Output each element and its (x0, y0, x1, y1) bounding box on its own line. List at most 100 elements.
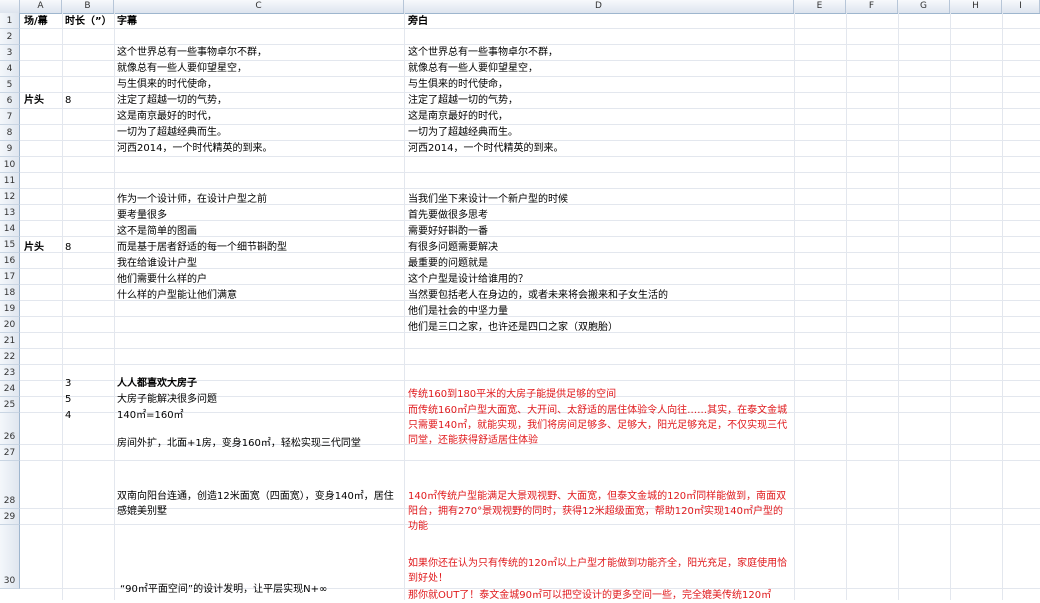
grid-line (898, 13, 899, 600)
block5-red-text-1[interactable]: 如果你还在认为只有传统的120㎡以上户型才能做到功能齐全，阳光充足，家庭使用恰到… (408, 556, 790, 586)
block1-narration-line-1[interactable]: 这个世界总有一些事物卓尔不群， (408, 45, 558, 60)
block3-duration-3[interactable]: 4 (65, 408, 71, 423)
grid-row (20, 205, 1040, 221)
block1-scene[interactable]: 片头 (24, 93, 44, 108)
row-header[interactable]: 7 (0, 109, 20, 125)
row-header[interactable]: 21 (0, 333, 20, 349)
block5-subtitle[interactable]: “90㎡平面空间”的设计发明，让平层实现N+∞ (120, 582, 327, 597)
row-header[interactable]: 13 (0, 205, 20, 221)
block4-red-text[interactable]: 140㎡传统户型能满足大景观视野、大面宽，但泰文金城的120㎡同样能做到，南面双… (408, 489, 790, 534)
block1-narration-line-2[interactable]: 就像总有一些人要仰望星空， (408, 61, 538, 76)
block2-narration-line-3[interactable]: 需要好好斟酌一番 (408, 224, 488, 239)
column-header-c[interactable]: C (114, 0, 404, 13)
row-header[interactable]: 22 (0, 349, 20, 365)
column-header-g[interactable]: G (898, 0, 950, 13)
block2-narration-line-5[interactable]: 最重要的问题就是 (408, 256, 488, 271)
block2-subtitle-line-3[interactable]: 这不是简单的图画 (117, 224, 197, 239)
block5-red-text-2[interactable]: 那你就OUT了！泰文金城90㎡可以把空设计的更多空间一些，完全媲美传统120㎡ (408, 588, 771, 603)
grid-line (62, 13, 63, 600)
row-header[interactable]: 17 (0, 269, 20, 285)
grid-row (20, 13, 1040, 29)
block3-line-2[interactable]: 大房子能解决很多问题 (117, 392, 217, 407)
block1-subtitle-line-5[interactable]: 这是南京最好的时代， (117, 109, 217, 124)
block2-narration-line-9[interactable]: 他们是三口之家，也许还是四口之家（双胞胎） (408, 320, 618, 335)
row-header[interactable]: 10 (0, 157, 20, 173)
block3-duration-2[interactable]: 5 (65, 392, 71, 407)
grid-row (20, 349, 1040, 365)
block2-narration-line-4[interactable]: 有很多问题需要解决 (408, 240, 498, 255)
row-header[interactable]: 14 (0, 221, 20, 237)
block1-narration-line-5[interactable]: 这是南京最好的时代， (408, 109, 508, 124)
block1-narration-line-3[interactable]: 与生俱来的时代使命， (408, 77, 508, 92)
select-all-corner[interactable] (0, 0, 20, 13)
header-scene[interactable]: 场/幕 (24, 14, 48, 29)
block2-subtitle-line-1[interactable]: 作为一个设计师，在设计户型之前 (117, 192, 267, 207)
column-header-i[interactable]: I (1002, 0, 1040, 13)
column-header-f[interactable]: F (846, 0, 898, 13)
block1-narration-line-6[interactable]: 一切为了超越经典而生。 (408, 125, 518, 140)
block2-narration-line-7[interactable]: 当然要包括老人在身边的，或者未来将会搬来和子女生活的 (408, 288, 668, 303)
row-header[interactable]: 23 (0, 365, 20, 381)
block4-subtitle[interactable]: 双南向阳台连通，创造12米面宽（四面宽），变身140㎡，居住感媲美别墅 (117, 489, 401, 519)
row-header[interactable]: 26 (0, 413, 20, 445)
block2-narration-line-2[interactable]: 首先要做很多思考 (408, 208, 488, 223)
block3-line-3[interactable]: 140㎡=160㎡ (117, 408, 184, 423)
row-header[interactable]: 12 (0, 189, 20, 205)
column-header-a[interactable]: A (20, 0, 62, 13)
row-header[interactable]: 8 (0, 125, 20, 141)
block2-subtitle-line-5[interactable]: 我在给谁设计户型 (117, 256, 197, 271)
block1-subtitle-line-6[interactable]: 一切为了超越经典而生。 (117, 125, 227, 140)
row-header[interactable]: 9 (0, 141, 20, 157)
header-duration[interactable]: 时长（”） (65, 14, 112, 29)
block3-title[interactable]: 人人都喜欢大房子 (117, 376, 197, 391)
row-header[interactable]: 15 (0, 237, 20, 253)
column-header-e[interactable]: E (794, 0, 846, 13)
row-header[interactable]: 5 (0, 77, 20, 93)
block2-subtitle-line-4[interactable]: 而是基于居者舒适的每一个细节斟酌型 (117, 240, 287, 255)
row-header[interactable]: 29 (0, 509, 20, 525)
row-header[interactable]: 4 (0, 61, 20, 77)
column-header-bar: A B C D E F G H I (0, 0, 1040, 14)
block1-narration-line-4[interactable]: 注定了超越一切的气势， (408, 93, 518, 108)
row-header[interactable]: 24 (0, 381, 20, 397)
header-subtitle[interactable]: 字幕 (117, 14, 137, 29)
block1-subtitle-line-3[interactable]: 与生俱来的时代使命， (117, 77, 217, 92)
column-header-b[interactable]: B (62, 0, 114, 13)
row-header[interactable]: 6 (0, 93, 20, 109)
block3-line-4[interactable]: 房间外扩，北面+1房，变身160㎡，轻松实现三代同堂 (117, 436, 361, 451)
block2-narration-line-8[interactable]: 他们是社会的中坚力量 (408, 304, 508, 319)
grid-row (20, 333, 1040, 349)
row-header[interactable]: 2 (0, 29, 20, 45)
column-header-h[interactable]: H (950, 0, 1002, 13)
row-header[interactable]: 25 (0, 397, 20, 413)
row-header[interactable]: 27 (0, 445, 20, 461)
row-header[interactable]: 28 (0, 461, 20, 509)
block1-duration[interactable]: 8 (65, 93, 71, 108)
block3-red-text[interactable]: 而传统160㎡户型大面宽、大开间、太舒适的居住体验令人向往……其实，在泰文金城只… (408, 403, 790, 448)
block1-subtitle-line-2[interactable]: 就像总有一些人要仰望星空， (117, 61, 247, 76)
grid-row (20, 157, 1040, 173)
block2-subtitle-line-6[interactable]: 他们需要什么样的户 (117, 272, 207, 287)
row-header[interactable]: 30 (0, 525, 20, 589)
block3-red-line-1[interactable]: 传统160到180平米的大房子能提供足够的空间 (408, 387, 616, 402)
block2-duration[interactable]: 8 (65, 240, 71, 255)
row-header[interactable]: 11 (0, 173, 20, 189)
block2-subtitle-line-7[interactable]: 什么样的户型能让他们满意 (117, 288, 237, 303)
column-header-d[interactable]: D (404, 0, 794, 13)
block2-subtitle-line-2[interactable]: 要考量很多 (117, 208, 167, 223)
block3-duration-1[interactable]: 3 (65, 376, 71, 391)
block2-narration-line-6[interactable]: 这个户型是设计给谁用的？ (408, 272, 528, 287)
row-header[interactable]: 20 (0, 317, 20, 333)
row-header[interactable]: 16 (0, 253, 20, 269)
row-header[interactable]: 18 (0, 285, 20, 301)
block1-narration-line-7[interactable]: 河西2014，一个时代精英的到来。 (408, 141, 563, 156)
block2-scene[interactable]: 片头 (24, 240, 44, 255)
block2-narration-line-1[interactable]: 当我们坐下来设计一个新户型的时候 (408, 192, 568, 207)
row-header[interactable]: 3 (0, 45, 20, 61)
row-header[interactable]: 1 (0, 13, 20, 29)
block1-subtitle-line-4[interactable]: 注定了超越一切的气势， (117, 93, 227, 108)
block1-subtitle-line-7[interactable]: 河西2014，一个时代精英的到来。 (117, 141, 272, 156)
block1-subtitle-line-1[interactable]: 这个世界总有一些事物卓尔不群， (117, 45, 267, 60)
row-header[interactable]: 19 (0, 301, 20, 317)
header-narration[interactable]: 旁白 (408, 14, 428, 29)
